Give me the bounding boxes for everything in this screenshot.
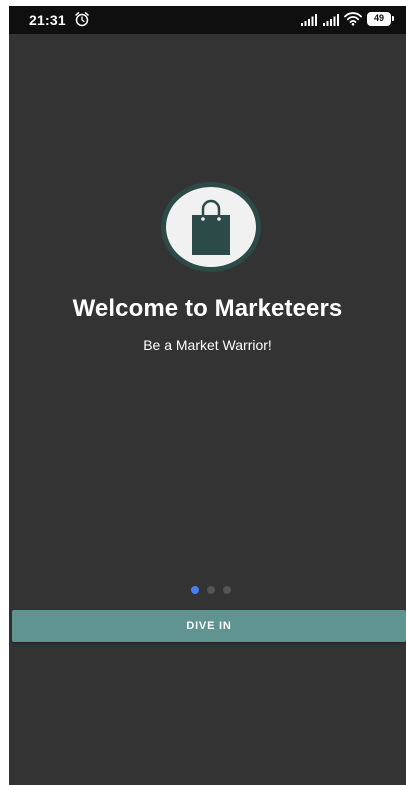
page-dot[interactable] — [207, 586, 215, 594]
app-logo — [161, 182, 261, 272]
welcome-subtitle: Be a Market Warrior! — [143, 337, 272, 353]
app-screen: 21:31 49 Welcome to Marketeers Be a Mark… — [9, 6, 406, 785]
page-indicator — [189, 586, 239, 596]
wifi-icon — [344, 12, 362, 26]
signal-icon — [301, 14, 317, 26]
status-time: 21:31 — [29, 12, 66, 28]
battery-icon: 49 — [367, 12, 394, 26]
alarm-icon — [75, 12, 89, 27]
page-dot[interactable] — [223, 586, 231, 594]
shopping-bag-icon — [192, 199, 230, 255]
welcome-title: Welcome to Marketeers — [72, 295, 343, 322]
status-bar: 21:31 49 — [9, 6, 406, 34]
battery-level: 49 — [373, 13, 384, 23]
dive-in-button[interactable]: DIVE IN — [12, 610, 406, 642]
signal-icon — [323, 14, 339, 26]
page-dot-active[interactable] — [191, 586, 199, 594]
logo-inner-circle — [166, 187, 256, 267]
